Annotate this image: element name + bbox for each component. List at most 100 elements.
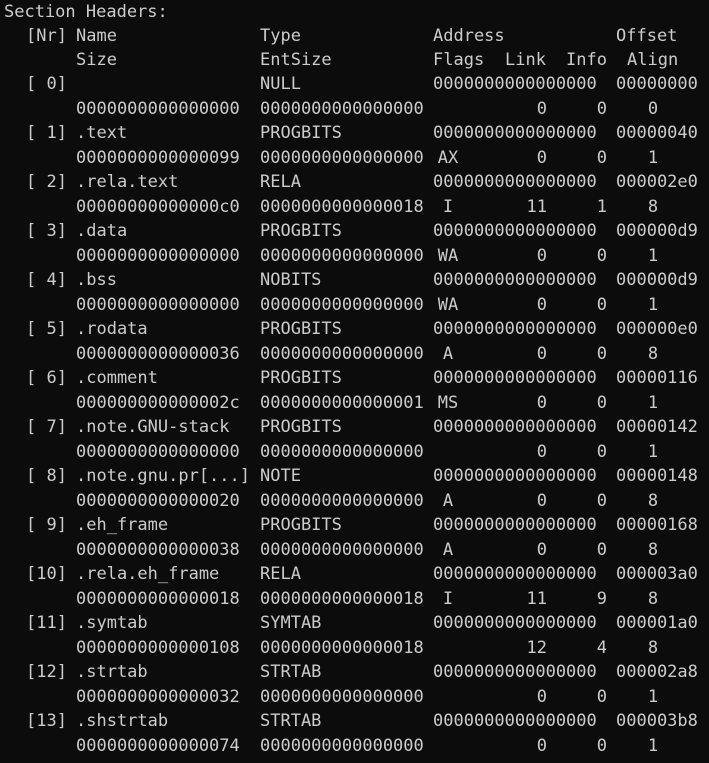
- section-info: 0: [596, 393, 607, 413]
- section-type: SYMTAB: [260, 613, 322, 633]
- section-size: 000000000000002c: [76, 393, 240, 413]
- section-type: NOTE: [260, 466, 301, 486]
- header-align: Align: [627, 50, 679, 70]
- section-info: 1: [596, 197, 607, 217]
- section-type: PROGBITS: [260, 368, 342, 388]
- section-nr: [ 4]: [26, 270, 67, 290]
- section-offset: 000000d9: [616, 221, 698, 241]
- section-info: 0: [596, 344, 607, 364]
- section-link: 0: [536, 344, 547, 364]
- section-link: 0: [536, 99, 547, 119]
- section-offset: 00000000: [616, 74, 698, 94]
- section-align: 1: [647, 442, 659, 462]
- header-name: Name: [76, 26, 117, 46]
- section-size: 0000000000000038: [76, 540, 240, 560]
- section-type: PROGBITS: [260, 319, 342, 339]
- section-info: 0: [596, 687, 607, 707]
- section-nr: [ 6]: [26, 368, 67, 388]
- section-align: 8: [647, 344, 659, 364]
- section-align: 0: [647, 99, 659, 119]
- section-link: 0: [536, 540, 547, 560]
- section-nr: [ 7]: [26, 417, 67, 437]
- column-header-row-1: [Nr] Name Type Address Offset: [0, 24, 677, 48]
- section-address: 0000000000000000: [433, 417, 597, 437]
- section-nr: [ 1]: [26, 123, 67, 143]
- section-align: 8: [647, 638, 659, 658]
- section-link: 12: [526, 638, 547, 658]
- section-link: 0: [536, 295, 547, 315]
- section-link: 0: [536, 442, 547, 462]
- section-address: 0000000000000000: [433, 613, 597, 633]
- section-size: 0000000000000000: [76, 442, 240, 462]
- section-name: .rela.eh_frame: [76, 564, 220, 584]
- section-name: .symtab: [76, 613, 148, 633]
- section-flags: I: [442, 589, 454, 609]
- section-offset: 000003a0: [616, 564, 698, 584]
- section-link: 0: [536, 687, 547, 707]
- section-nr: [ 2]: [26, 172, 67, 192]
- section-type: RELA: [260, 564, 301, 584]
- section-name: .shstrtab: [76, 711, 169, 731]
- section-info: 0: [596, 442, 607, 462]
- header-flags: Flags: [433, 50, 485, 70]
- section-info: 0: [596, 148, 607, 168]
- section-type: PROGBITS: [260, 515, 342, 535]
- section-offset: 00000040: [616, 123, 698, 143]
- section-type: STRTAB: [260, 662, 322, 682]
- section-nr: [12]: [26, 662, 67, 682]
- section-flags: WA: [437, 295, 459, 315]
- section-offset: 00000148: [616, 466, 698, 486]
- header-entsize: EntSize: [260, 50, 332, 70]
- section-size: 0000000000000020: [76, 491, 240, 511]
- section-info: 0: [596, 491, 607, 511]
- section-offset: 000002e0: [616, 172, 698, 192]
- section-entsize: 0000000000000000: [260, 344, 424, 364]
- section-entsize: 0000000000000000: [260, 99, 424, 119]
- section-align: 1: [647, 687, 659, 707]
- section-entsize: 0000000000000000: [260, 295, 424, 315]
- section-flags: A: [442, 540, 454, 560]
- column-header-row-2: Size EntSize Flags Link Info Align: [0, 48, 678, 72]
- section-entsize: 0000000000000000: [260, 491, 424, 511]
- section-address: 0000000000000000: [433, 662, 597, 682]
- section-info: 0: [596, 99, 607, 119]
- section-size: 0000000000000099: [76, 148, 240, 168]
- section-address: 0000000000000000: [433, 368, 597, 388]
- header-link: Link: [505, 50, 546, 70]
- section-size: 0000000000000000: [76, 246, 240, 266]
- section-offset: 00000116: [616, 368, 698, 388]
- section-type: RELA: [260, 172, 301, 192]
- header-address: Address: [433, 26, 505, 46]
- section-name: .rodata: [76, 319, 148, 339]
- section-entsize: 0000000000000001: [260, 393, 424, 413]
- section-nr: [13]: [26, 711, 67, 731]
- section-nr: [11]: [26, 613, 67, 633]
- section-link: 0: [536, 393, 547, 413]
- section-entsize: 0000000000000000: [260, 246, 424, 266]
- section-info: 4: [596, 638, 607, 658]
- section-flags: I: [442, 197, 454, 217]
- section-info: 9: [596, 589, 607, 609]
- terminal-output: Section Headers: [Nr] Name Type Address …: [0, 0, 709, 763]
- section-size: 0000000000000000: [76, 99, 240, 119]
- section-name: .data: [76, 221, 128, 241]
- section-address: 0000000000000000: [433, 564, 597, 584]
- section-link: 0: [536, 491, 547, 511]
- section-align: 1: [647, 148, 659, 168]
- section-type: PROGBITS: [260, 123, 342, 143]
- section-type: PROGBITS: [260, 417, 342, 437]
- section-entsize: 0000000000000000: [260, 148, 424, 168]
- section-address: 0000000000000000: [433, 74, 597, 94]
- section-nr: [ 9]: [26, 515, 67, 535]
- section-align: 1: [647, 295, 659, 315]
- section-address: 0000000000000000: [433, 221, 597, 241]
- section-offset: 000003b8: [616, 711, 698, 731]
- header-size: Size: [76, 50, 117, 70]
- section-entsize: 0000000000000018: [260, 589, 424, 609]
- section-info: 0: [596, 540, 607, 560]
- section-entsize: 0000000000000018: [260, 197, 424, 217]
- section-flags: A: [442, 491, 454, 511]
- section-name: .eh_frame: [76, 515, 169, 535]
- section-align: 1: [647, 736, 659, 756]
- section-address: 0000000000000000: [433, 172, 597, 192]
